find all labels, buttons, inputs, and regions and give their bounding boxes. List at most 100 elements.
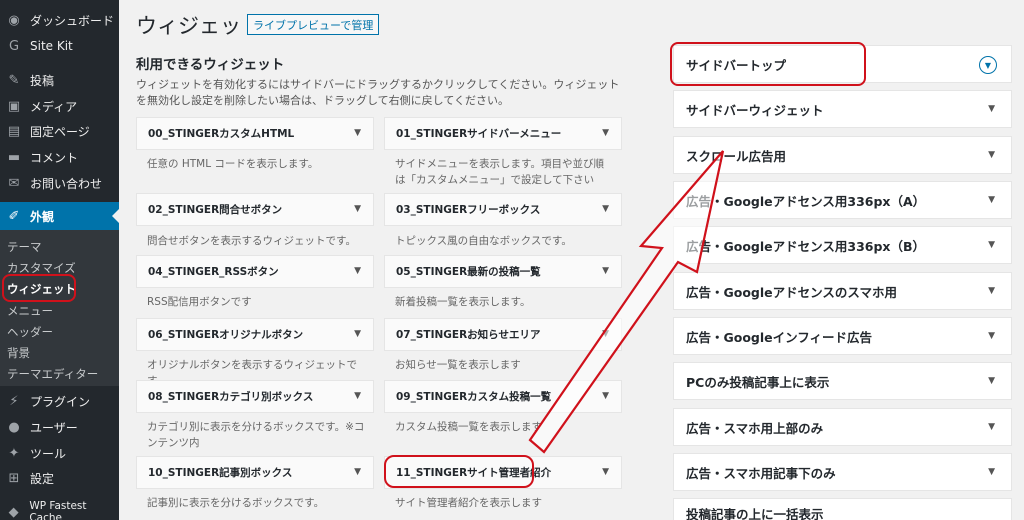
submenu-item-theme[interactable]: テーマ [7, 239, 42, 255]
available-widgets-title: 利用できるウィジェット [136, 57, 285, 73]
menu-label: メディア [30, 99, 78, 114]
widget-item[interactable]: 03_STINGERフリーボックス ▼ [384, 193, 622, 226]
menu-label: プラグイン [30, 394, 91, 409]
widget-area[interactable]: 広告・Googleインフィード広告 ▼ [673, 317, 1012, 355]
submenu-item-customize[interactable]: カスタマイズ [7, 260, 76, 276]
widget-description: 問合せボタンを表示するウィジェットです。 [147, 235, 356, 247]
submenu-item-widgets[interactable]: ウィジェット [7, 281, 76, 297]
widget-title: 07_STINGERお知らせエリア [396, 329, 541, 341]
menu-item-pages[interactable]: ▤ 固定ページ [0, 118, 119, 144]
submenu-item-menus[interactable]: メニュー [7, 303, 53, 319]
caret-down-icon: ▼ [988, 195, 995, 205]
widget-item[interactable]: 06_STINGERオリジナルボタン ▼ [136, 318, 374, 351]
menu-item-users[interactable]: ● ユーザー [0, 414, 119, 440]
widget-area[interactable]: 広告・Googleアドセンスのスマホ用 ▼ [673, 272, 1012, 310]
live-preview-manage-button[interactable]: ライブプレビューで管理 [247, 14, 380, 35]
menu-label: ダッシュボード [30, 13, 115, 28]
widget-area[interactable]: 投稿記事の上に一括表示 [673, 498, 1012, 520]
caret-down-icon: ▼ [602, 204, 609, 214]
menu-item-settings[interactable]: ⊞ 設定 [0, 465, 119, 491]
menu-label: 外観 [30, 209, 55, 224]
submenu-item-header[interactable]: ヘッダー [7, 324, 53, 340]
widget-description: サイト管理者紹介を表示します [395, 497, 542, 509]
widget-title: 10_STINGER記事別ボックス [148, 467, 293, 479]
widget-area[interactable]: サイドバートップ ▼ [673, 45, 1012, 83]
widget-area[interactable]: PCのみ投稿記事上に表示 ▼ [673, 362, 1012, 400]
menu-item-media[interactable]: ▣ メディア [0, 93, 119, 119]
menu-label: コメント [30, 150, 79, 165]
appearance-icon: ✐ [8, 208, 20, 224]
google-icon: G [8, 38, 20, 54]
menu-label: Site Kit [30, 39, 73, 53]
widget-description: RSS配信用ボタンです [147, 296, 252, 308]
menu-label: 投稿 [30, 73, 55, 88]
widget-item[interactable]: 04_STINGER_RSSボタン ▼ [136, 255, 374, 288]
menu-item-appearance[interactable]: ✐ 外観 [0, 202, 119, 230]
widget-title: 04_STINGER_RSSボタン [148, 266, 279, 278]
widget-item[interactable]: 10_STINGER記事別ボックス ▼ [136, 456, 374, 489]
widget-area-title: 広告・Googleアドセンス用336px（B） [686, 238, 926, 254]
menu-item-wp-fastest-cache[interactable]: ◆ WP Fastest Cache [0, 499, 119, 520]
widget-item[interactable]: 02_STINGER問合せボタン ▼ [136, 193, 374, 226]
pin-icon: ✎ [8, 72, 20, 88]
widget-item[interactable]: 05_STINGER最新の投稿一覧 ▼ [384, 255, 622, 288]
caret-down-icon: ▼ [988, 467, 995, 477]
menu-label: お問い合わせ [30, 176, 103, 191]
caret-down-icon: ▼ [354, 467, 361, 477]
widget-area-title: 広告・Googleアドセンスのスマホ用 [686, 284, 898, 300]
media-icon: ▣ [7, 98, 21, 114]
menu-label: WP Fastest Cache [29, 500, 87, 520]
widget-title: 01_STINGERサイドバーメニュー [396, 128, 562, 140]
tool-icon: ✦ [8, 445, 20, 461]
menu-item-comments[interactable]: ▬ コメント [0, 144, 119, 170]
widget-item[interactable]: 01_STINGERサイドバーメニュー ▼ [384, 117, 622, 150]
widget-area-title: 広告・Googleアドセンス用336px（A） [686, 193, 926, 209]
widget-area[interactable]: サイドバーウィジェット ▼ [673, 90, 1012, 128]
widget-area[interactable]: 広告・Googleアドセンス用336px（B） ▼ [673, 226, 1012, 264]
caret-down-icon: ▼ [988, 240, 995, 250]
widget-area-title: 広告・スマホ用上部のみ [686, 420, 824, 436]
collapse-toggle-icon[interactable]: ▼ [979, 56, 997, 74]
caret-down-icon: ▼ [602, 329, 609, 339]
widget-title: 08_STINGERカテゴリ別ボックス [148, 391, 314, 403]
widget-area[interactable]: スクロール広告用 ▼ [673, 136, 1012, 174]
widget-item[interactable]: 07_STINGERお知らせエリア ▼ [384, 318, 622, 351]
widget-area[interactable]: 広告・スマホ用記事下のみ ▼ [673, 453, 1012, 491]
widget-area-title: 広告・Googleインフィード広告 [686, 329, 873, 345]
menu-item-plugins[interactable]: ⚡ プラグイン [0, 388, 119, 414]
widget-title: 00_STINGERカスタムHTML [148, 128, 295, 140]
page-icon: ▤ [7, 123, 21, 139]
widget-area-title: スクロール広告用 [686, 148, 787, 164]
comment-icon: ▬ [7, 149, 21, 165]
plugin-icon: ⚡ [9, 393, 19, 409]
submenu-item-theme-editor[interactable]: テーマエディター [7, 366, 98, 382]
widget-area-title: サイドバーウィジェット [686, 102, 824, 118]
widget-item[interactable]: 00_STINGERカスタムHTML ▼ [136, 117, 374, 150]
widget-area[interactable]: 広告・スマホ用上部のみ ▼ [673, 408, 1012, 446]
caret-down-icon: ▼ [354, 391, 361, 401]
widget-item[interactable]: 08_STINGERカテゴリ別ボックス ▼ [136, 380, 374, 413]
submenu-item-background[interactable]: 背景 [7, 345, 30, 361]
admin-sidebar: テーマ カスタマイズ ウィジェット メニュー ヘッダー 背景 テーマエディター … [0, 0, 119, 520]
widget-title: 06_STINGERオリジナルボタン [148, 329, 304, 341]
available-widgets-description: ウィジェットを有効化するにはサイドバーにドラッグするかクリックしてください。ウィ… [136, 78, 620, 107]
cache-icon: ◆ [8, 504, 19, 520]
widget-title: 03_STINGERフリーボックス [396, 204, 541, 216]
caret-down-icon: ▼ [988, 422, 995, 432]
menu-item-contact[interactable]: ✉ お問い合わせ [0, 170, 119, 196]
menu-item-tools[interactable]: ✦ ツール [0, 440, 119, 466]
menu-item-dashboard[interactable]: ◉ ダッシュボード [0, 7, 119, 33]
caret-down-icon: ▼ [602, 391, 609, 401]
menu-item-site-kit[interactable]: G Site Kit [0, 33, 119, 59]
menu-label: 設定 [30, 471, 55, 486]
widget-item[interactable]: 11_STINGERサイト管理者紹介 ▼ [384, 456, 622, 489]
widget-description: カテゴリ別に表示を分けるボックスです。※コンテンツ内 [147, 421, 365, 449]
user-icon: ● [8, 419, 20, 435]
widget-area-title: 広告・スマホ用記事下のみ [686, 465, 836, 481]
widget-title: 11_STINGERサイト管理者紹介 [396, 467, 552, 479]
menu-item-posts[interactable]: ✎ 投稿 [0, 67, 119, 93]
caret-down-icon: ▼ [988, 150, 995, 160]
caret-down-icon: ▼ [988, 331, 995, 341]
widget-item[interactable]: 09_STINGERカスタム投稿一覧 ▼ [384, 380, 622, 413]
widget-area[interactable]: 広告・Googleアドセンス用336px（A） ▼ [673, 181, 1012, 219]
